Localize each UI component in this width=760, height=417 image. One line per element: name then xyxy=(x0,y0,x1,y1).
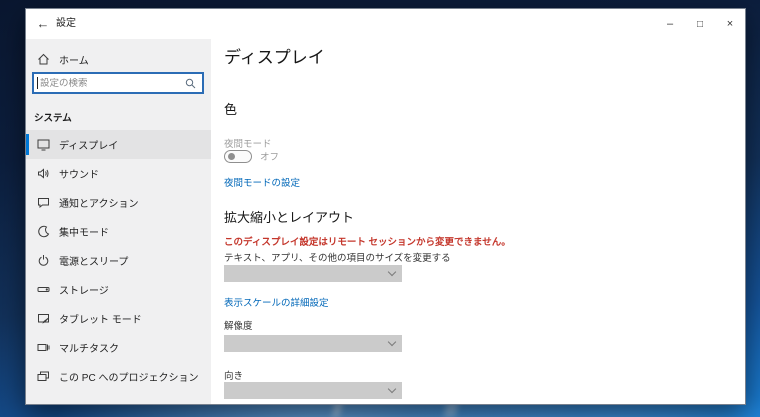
resolution-label: 解像度 xyxy=(224,321,253,332)
advanced-scaling-link[interactable]: 表示スケールの詳細設定 xyxy=(224,295,329,309)
back-arrow-icon: ← xyxy=(36,16,50,31)
sidebar-item-label: タブレット モード xyxy=(59,315,142,326)
sidebar-item-label: ディスプレイ xyxy=(59,141,119,152)
page-title: ディスプレイ xyxy=(224,48,325,67)
remote-session-warning: このディスプレイ設定はリモート セッションから変更できません。 xyxy=(224,237,511,248)
sidebar-item-label: この PC へのプロジェクション xyxy=(59,373,199,384)
sidebar-item-tablet-mode[interactable]: タブレット モード xyxy=(26,304,211,333)
notifications-icon xyxy=(36,196,50,210)
orientation-label: 向き xyxy=(224,371,244,382)
text-size-label: テキスト、アプリ、その他の項目のサイズを変更する xyxy=(224,253,451,264)
toggle-knob xyxy=(228,152,235,160)
section-color: 色 xyxy=(224,102,238,117)
text-size-dropdown[interactable] xyxy=(224,265,402,282)
close-icon: × xyxy=(726,18,734,30)
sidebar-section-title: システム xyxy=(34,113,72,124)
chevron-down-icon xyxy=(387,337,397,347)
sound-icon xyxy=(36,167,50,181)
caption-buttons: – □ × xyxy=(655,9,745,39)
search-box[interactable] xyxy=(32,72,204,94)
sidebar-item-sound[interactable]: サウンド xyxy=(26,159,211,188)
moon-icon xyxy=(36,225,50,239)
sidebar-item-label: サウンド xyxy=(59,170,99,181)
sidebar-item-power-sleep[interactable]: 電源とスリープ xyxy=(26,246,211,275)
app-title: 設定 xyxy=(56,18,76,29)
maximize-icon: □ xyxy=(696,18,704,30)
night-light-toggle[interactable] xyxy=(224,149,252,163)
sidebar-item-notifications[interactable]: 通知とアクション xyxy=(26,188,211,217)
multitask-icon xyxy=(36,341,50,355)
chevron-down-icon xyxy=(387,384,397,394)
sidebar: ホーム システム ディスプレイ サウンド xyxy=(26,39,211,404)
sidebar-item-multitasking[interactable]: マルチタスク xyxy=(26,333,211,362)
settings-window: ← 設定 – □ × ホーム システム xyxy=(25,8,746,405)
back-button[interactable]: ← xyxy=(30,11,56,37)
sidebar-item-projecting[interactable]: この PC へのプロジェクション xyxy=(26,362,211,391)
maximize-button[interactable]: □ xyxy=(685,9,715,39)
sidebar-item-label: ホーム xyxy=(59,55,89,67)
projection-icon xyxy=(36,370,50,384)
sidebar-item-label: 通知とアクション xyxy=(59,199,139,210)
sidebar-item-label: 集中モード xyxy=(59,228,109,239)
toggle-state-label: オフ xyxy=(260,152,280,163)
chevron-down-icon xyxy=(387,267,397,277)
titlebar: ← 設定 – □ × xyxy=(26,9,745,39)
sidebar-item-label: ストレージ xyxy=(59,286,109,297)
minimize-button[interactable]: – xyxy=(655,9,685,39)
sidebar-item-focus-assist[interactable]: 集中モード xyxy=(26,217,211,246)
night-light-label: 夜間モード xyxy=(224,139,272,150)
tablet-icon xyxy=(36,312,50,326)
sidebar-nav-list: ディスプレイ サウンド 通知とアクション 集中モード 電源とスリープ ストレージ… xyxy=(26,130,211,391)
sidebar-item-display[interactable]: ディスプレイ xyxy=(26,130,211,159)
resolution-dropdown[interactable] xyxy=(224,335,402,352)
sidebar-item-label: マルチタスク xyxy=(59,344,119,355)
sidebar-item-label: 電源とスリープ xyxy=(59,257,129,268)
sidebar-item-storage[interactable]: ストレージ xyxy=(26,275,211,304)
orientation-dropdown[interactable] xyxy=(224,382,402,399)
search-icon[interactable] xyxy=(185,78,196,89)
display-icon xyxy=(36,138,50,152)
sidebar-item-home[interactable]: ホーム xyxy=(26,47,211,71)
search-input[interactable] xyxy=(38,77,185,89)
minimize-icon: – xyxy=(666,18,674,30)
main-content: ディスプレイ 色 夜間モード オフ 夜間モードの設定 拡大縮小とレイアウト この… xyxy=(211,39,745,404)
close-button[interactable]: × xyxy=(715,9,745,39)
home-icon xyxy=(36,52,50,66)
night-light-settings-link[interactable]: 夜間モードの設定 xyxy=(224,175,300,189)
night-light-toggle-row: オフ xyxy=(224,149,279,163)
power-icon xyxy=(36,254,50,268)
storage-icon xyxy=(36,283,50,297)
section-scale-layout: 拡大縮小とレイアウト xyxy=(224,210,355,225)
